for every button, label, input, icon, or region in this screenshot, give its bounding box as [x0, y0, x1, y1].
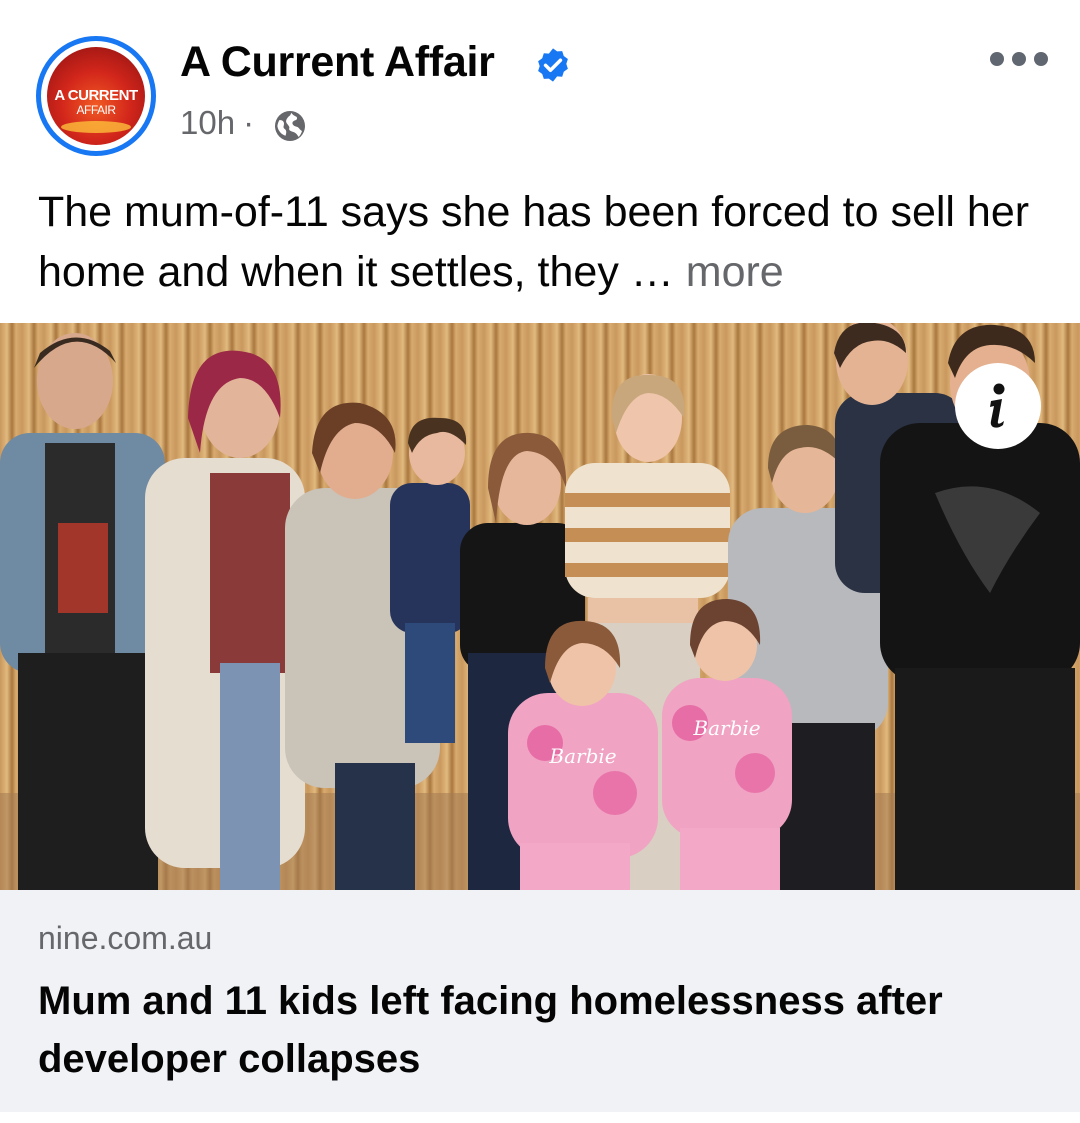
family-photo-illustration: Barbie Barbie	[0, 323, 1080, 890]
more-options-button[interactable]	[986, 44, 1052, 74]
person-1	[0, 333, 165, 890]
info-icon	[990, 383, 1005, 428]
logo-glow	[61, 121, 131, 133]
post-photo[interactable]: Barbie Barbie	[0, 323, 1080, 890]
more-horizontal-icon	[1012, 52, 1026, 66]
page-name-link[interactable]: A Current Affair	[180, 38, 495, 87]
more-horizontal-icon	[990, 52, 1004, 66]
post-timestamp[interactable]: 10h	[180, 104, 235, 141]
link-title[interactable]: Mum and 11 kids left facing homelessness…	[38, 972, 1048, 1088]
link-domain: nine.com.au	[38, 920, 213, 956]
globe-icon[interactable]	[272, 108, 308, 144]
caption-text: The mum-of-11 says she has been forced t…	[38, 188, 1030, 296]
see-more-button[interactable]: more	[686, 248, 784, 296]
post-header: A CURRENT AFFAIR A Current Affair 10h ·	[0, 0, 1080, 160]
caption-ellipsis: …	[630, 248, 674, 296]
barbie-print-2: Barbie	[692, 716, 760, 740]
meta-separator: ·	[243, 104, 255, 141]
verified-badge-icon	[538, 48, 568, 82]
post-caption: The mum-of-11 says she has been forced t…	[38, 182, 1048, 302]
person-2	[145, 350, 305, 890]
photo-info-button[interactable]	[955, 363, 1041, 449]
post-meta: 10h ·	[180, 104, 262, 142]
page-avatar[interactable]: A CURRENT AFFAIR	[36, 36, 156, 156]
more-horizontal-icon	[1034, 52, 1048, 66]
barbie-print-1: Barbie	[548, 744, 616, 768]
logo-text-line2: AFFAIR	[76, 103, 116, 117]
a-current-affair-logo: A CURRENT AFFAIR	[47, 47, 145, 145]
logo-text-line1: A CURRENT	[54, 87, 138, 104]
